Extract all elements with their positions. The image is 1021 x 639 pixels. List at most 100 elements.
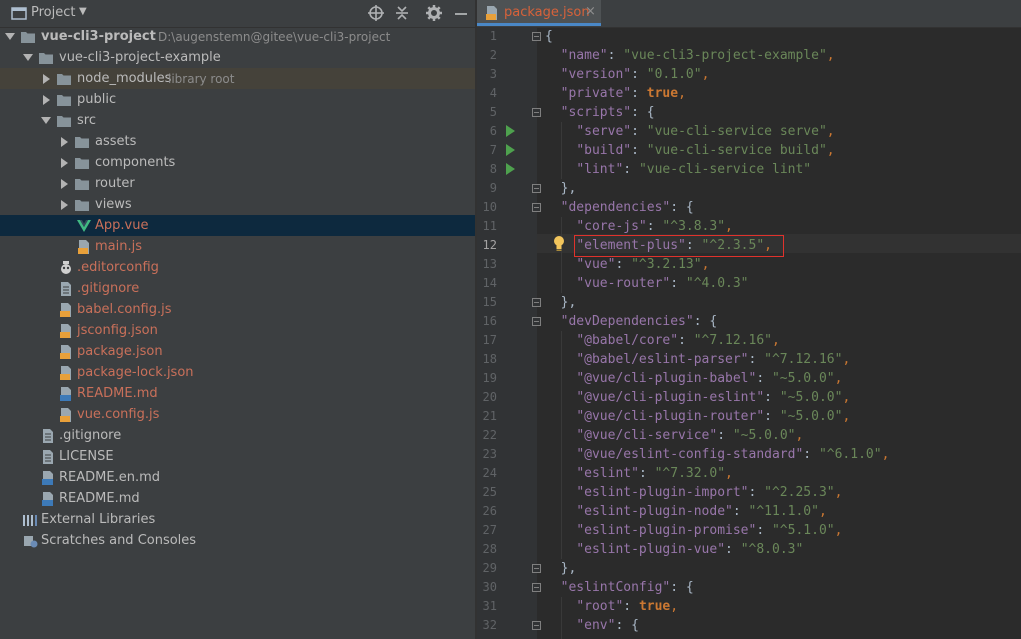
chevron-right-icon[interactable] [58, 156, 70, 169]
json-file-icon [60, 345, 71, 359]
chevron-down-icon[interactable]: ▼ [79, 6, 87, 17]
markdown-file-icon [42, 492, 53, 506]
code-punct: : [631, 143, 647, 158]
code-comma: , [678, 86, 686, 101]
library-icon [23, 515, 37, 526]
run-icon[interactable] [506, 125, 515, 137]
line-number: 24 [482, 466, 497, 480]
folder-icon [57, 116, 71, 127]
chevron-right-icon[interactable] [58, 135, 70, 148]
tree-item-node-modules[interactable]: node_modules library root [0, 68, 475, 89]
json-key: "root" [576, 599, 624, 614]
chevron-down-icon[interactable] [22, 51, 34, 64]
code-punct: : [764, 409, 780, 424]
tree-item-public[interactable]: public [0, 89, 475, 110]
close-icon[interactable]: × [585, 4, 596, 19]
line-number: 21 [482, 409, 497, 423]
tree-item-scratches[interactable]: Scratches and Consoles [0, 530, 475, 551]
tree-item-vue-cli3-project-example[interactable]: vue-cli3-project-example [0, 47, 475, 68]
tree-item-label: public [77, 92, 117, 107]
code-punct: }, [545, 561, 577, 576]
tree-item-license[interactable]: LICENSE [0, 446, 475, 467]
tree-item-router[interactable]: router [0, 173, 475, 194]
line-number: 1 [489, 29, 497, 43]
tree-item-views[interactable]: views [0, 194, 475, 215]
tree-item-editorconfig[interactable]: .editorconfig [0, 257, 475, 278]
json-string: "^8.0.3" [740, 542, 804, 557]
code-punct: : [725, 542, 741, 557]
settings-icon[interactable] [424, 3, 444, 23]
code-punct: : [764, 390, 780, 405]
code-punct: : { [670, 580, 694, 595]
locate-icon[interactable] [366, 3, 386, 23]
json-file-icon [60, 324, 71, 338]
line-number: 10 [482, 200, 497, 214]
code-line-3: "version": "0.1.0", [545, 65, 710, 84]
run-icon[interactable] [506, 144, 515, 156]
tree-item-label: jsconfig.json [77, 323, 158, 338]
lightbulb-icon[interactable] [553, 235, 565, 251]
line-number: 3 [489, 67, 497, 81]
json-file-icon [486, 6, 497, 20]
tree-item-package-json[interactable]: package.json [0, 341, 475, 362]
json-keyword: true [638, 599, 671, 614]
tree-item-app-vue[interactable]: App.vue [0, 215, 475, 236]
tree-item-external-libraries[interactable]: External Libraries [0, 509, 475, 530]
json-key: "@vue/cli-service" [576, 428, 718, 443]
highlight-box [574, 235, 784, 257]
tree-item-label: views [95, 197, 132, 212]
folder-icon [57, 95, 71, 106]
line-number: 20 [482, 390, 497, 404]
tree-item-label: LICENSE [59, 449, 114, 464]
tree-item-readme-en[interactable]: README.en.md [0, 467, 475, 488]
code-line-10: "dependencies": { [545, 198, 694, 217]
line-number: 5 [489, 105, 497, 119]
code-editor[interactable]: { "name": "vue-cli3-project-example", "v… [537, 27, 1021, 639]
tree-item-label: App.vue [95, 218, 149, 233]
code-line-20: "@vue/cli-plugin-eslint": "~5.0.0", [545, 388, 850, 407]
markdown-file-icon [60, 387, 71, 401]
hide-icon[interactable] [451, 3, 471, 23]
line-number: 6 [489, 124, 497, 138]
tree-item-components[interactable]: components [0, 152, 475, 173]
tree-item-main-js[interactable]: main.js [0, 236, 475, 257]
tree-item-root-gitignore[interactable]: .gitignore [0, 425, 475, 446]
tree-item-package-lock[interactable]: package-lock.json [0, 362, 475, 383]
code-comma: , [725, 219, 733, 234]
tree-item-assets[interactable]: assets [0, 131, 475, 152]
line-number: 29 [482, 561, 497, 575]
tree-item-vue-cli3-project[interactable]: vue-cli3-project D:\augenstemn@gitee\vue… [0, 26, 475, 47]
code-comma: , [842, 409, 851, 424]
code-punct: : [748, 352, 765, 367]
run-icon[interactable] [506, 163, 515, 175]
tree-item-label: External Libraries [41, 512, 156, 527]
tree-item-gitignore[interactable]: .gitignore [0, 278, 475, 299]
code-punct: : { [670, 200, 694, 215]
tree-item-src[interactable]: src [0, 110, 475, 131]
tree-item-jsconfig[interactable]: jsconfig.json [0, 320, 475, 341]
chevron-right-icon[interactable] [58, 198, 70, 211]
json-file-icon [60, 366, 71, 380]
chevron-right-icon[interactable] [40, 72, 52, 85]
chevron-right-icon[interactable] [58, 177, 70, 190]
tab-package-json[interactable]: package.json × [477, 0, 601, 26]
project-view-selector[interactable]: Project [31, 5, 75, 20]
collapse-all-icon[interactable] [392, 3, 412, 23]
json-string: "^4.0.3" [685, 276, 749, 291]
editor: package.json × 1 2 3 4 5 6 7 8 9 10 11 1… [477, 0, 1021, 639]
code-line-1: { [545, 27, 553, 46]
tree-item-readme-md[interactable]: README.md [0, 383, 475, 404]
tree-item-label: .gitignore [59, 428, 122, 443]
tree-item-babel-config[interactable]: babel.config.js [0, 299, 475, 320]
tree-item-readme[interactable]: README.md [0, 488, 475, 509]
chevron-right-icon[interactable] [40, 93, 52, 106]
tree-item-vue-config[interactable]: vue.config.js [0, 404, 475, 425]
chevron-down-icon[interactable] [4, 30, 16, 43]
json-key: "vue-router" [576, 276, 671, 291]
json-key: "dependencies" [560, 200, 671, 215]
chevron-down-icon[interactable] [40, 114, 52, 127]
